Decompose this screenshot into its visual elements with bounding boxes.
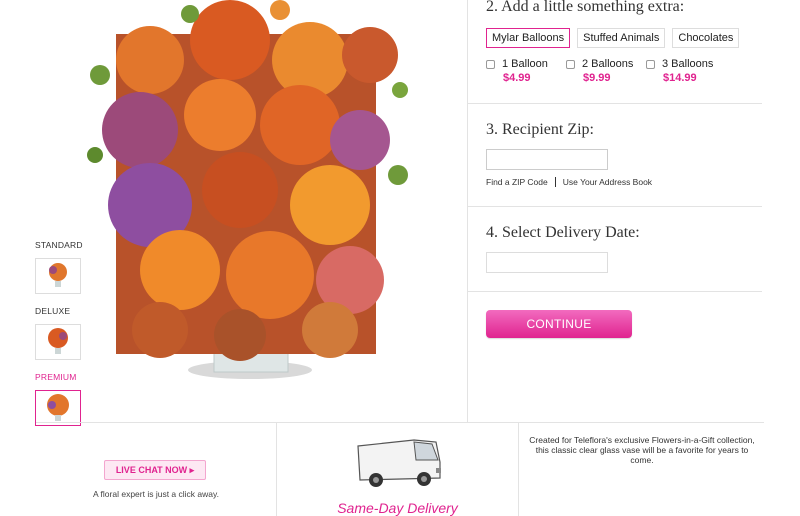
zip-section: 3. Recipient Zip: Find a ZIP Code Use Yo… bbox=[468, 104, 762, 207]
zip-title: 3. Recipient Zip: bbox=[486, 121, 594, 138]
tab-chocolates[interactable]: Chocolates bbox=[672, 28, 740, 48]
zip-input[interactable] bbox=[486, 149, 608, 170]
delivery-date-section: 4. Select Delivery Date: bbox=[468, 207, 762, 292]
option-label: 2 Balloons bbox=[582, 58, 634, 70]
delivery-date-title: 4. Select Delivery Date: bbox=[486, 224, 640, 241]
live-chat-button[interactable]: LIVE CHAT NOW ▸ bbox=[104, 460, 206, 480]
option-price: $14.99 bbox=[663, 72, 697, 84]
tab-stuffed-animals[interactable]: Stuffed Animals bbox=[577, 28, 666, 48]
delivery-van-icon bbox=[352, 432, 444, 490]
checkbox-3-balloons[interactable] bbox=[646, 59, 655, 69]
option-price: $4.99 bbox=[503, 72, 531, 84]
product-image bbox=[80, 0, 410, 385]
bottom-divider bbox=[36, 422, 764, 423]
same-day-delivery-label: Same-Day Delivery bbox=[337, 500, 458, 516]
extras-tabs: Mylar Balloons Stuffed Animals Chocolate… bbox=[486, 28, 740, 48]
option-3-balloons: 3 Balloons $14.99 bbox=[646, 58, 726, 84]
bouquet-thumbnail-icon bbox=[49, 263, 67, 287]
balloon-options: 1 Balloon $4.99 2 Balloons $9.99 3 Ballo… bbox=[486, 58, 726, 84]
checkbox-2-balloons[interactable] bbox=[566, 59, 575, 69]
variant-label-standard: STANDARD bbox=[35, 240, 83, 250]
option-label: 1 Balloon bbox=[502, 58, 548, 70]
address-book-link[interactable]: Use Your Address Book bbox=[563, 177, 652, 187]
bouquet-thumbnail-icon bbox=[47, 394, 69, 421]
bottom-column-divider bbox=[518, 422, 519, 516]
bouquet-thumbnail-icon bbox=[48, 328, 68, 354]
option-price: $9.99 bbox=[583, 72, 611, 84]
variant-thumb-standard[interactable] bbox=[35, 258, 81, 294]
variant-thumb-deluxe[interactable] bbox=[35, 324, 81, 360]
delivery-date-input[interactable] bbox=[486, 252, 608, 273]
tab-mylar-balloons[interactable]: Mylar Balloons bbox=[486, 28, 571, 48]
zip-links: Find a ZIP Code Use Your Address Book bbox=[486, 177, 652, 187]
variant-label-premium: PREMIUM bbox=[35, 372, 77, 382]
checkbox-1-balloon[interactable] bbox=[486, 59, 495, 69]
option-2-balloons: 2 Balloons $9.99 bbox=[566, 58, 646, 84]
continue-button[interactable]: CONTINUE bbox=[486, 310, 632, 338]
extras-title: 2. Add a little something extra: bbox=[486, 0, 685, 15]
variant-selector: STANDARD DELUXE PREMIUM bbox=[35, 240, 95, 438]
product-description: Created for Teleflora's exclusive Flower… bbox=[529, 435, 755, 465]
variant-thumb-premium[interactable] bbox=[35, 390, 81, 426]
variant-label-deluxe: DELUXE bbox=[35, 306, 71, 316]
extras-section: 2. Add a little something extra: Mylar B… bbox=[468, 0, 762, 104]
option-1-balloon: 1 Balloon $4.99 bbox=[486, 58, 566, 84]
live-chat-subtext: A floral expert is just a click away. bbox=[93, 489, 219, 499]
find-zip-link[interactable]: Find a ZIP Code bbox=[486, 177, 548, 187]
link-separator bbox=[554, 177, 556, 187]
option-label: 3 Balloons bbox=[662, 58, 714, 70]
